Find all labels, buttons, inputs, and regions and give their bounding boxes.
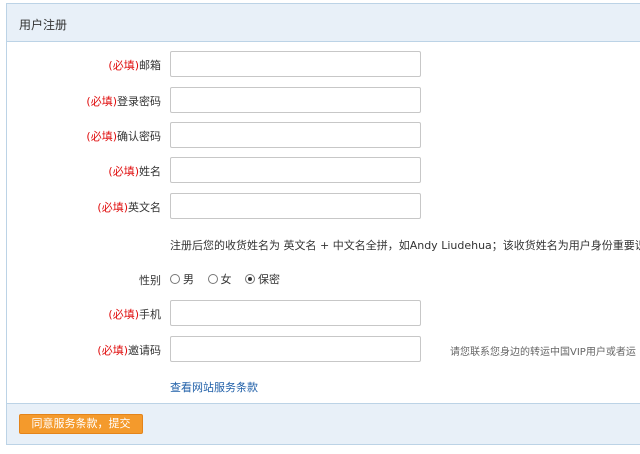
invite-code-row: (必填)邀请码 请您联系您身边的转运中国VIP用户或者运 [7,336,640,362]
gender-option-male[interactable]: 男 [170,271,194,287]
email-label: (必填)邮箱 [108,57,161,73]
name-row: (必填)姓名 [7,157,640,183]
phone-label-text: 手机 [139,308,161,321]
password-label-text: 登录密码 [117,95,161,108]
required-marker: (必填) [108,308,139,321]
password-field[interactable] [170,87,421,113]
invite-code-label-text: 邀请码 [128,344,161,357]
radio-button[interactable] [170,274,180,284]
gender-option-label: 男 [183,273,194,286]
panel-header: 用户注册 [7,4,640,42]
name-label: (必填)姓名 [108,163,161,179]
required-marker: (必填) [97,344,128,357]
email-field[interactable] [170,51,421,77]
phone-row: (必填)手机 [7,300,640,326]
english-name-row: (必填)英文名 [7,193,640,219]
gender-option-label: 保密 [258,273,280,286]
radio-button[interactable] [207,274,218,284]
name-label-text: 姓名 [139,165,161,178]
terms-link[interactable]: 查看网站服务条款 [170,379,258,395]
confirm-password-label-text: 确认密码 [117,130,161,143]
password-row: (必填)登录密码 [7,87,640,113]
english-name-label: (必填)英文名 [97,199,161,215]
required-marker: (必填) [108,59,139,72]
gender-option-secret[interactable]: 保密 [245,271,280,287]
english-name-label-text: 英文名 [128,201,161,214]
confirm-password-row: (必填)确认密码 [7,122,640,148]
registration-panel: 用户注册 (必填)邮箱 (必填)登录密码 (必填)确认密码 (必填)姓名 (必填… [6,3,640,445]
required-marker: (必填) [97,201,128,214]
confirm-password-label: (必填)确认密码 [86,128,161,144]
phone-label: (必填)手机 [108,306,161,322]
required-marker: (必填) [86,130,117,143]
gender-row: 性别 男 女 保密 [7,266,640,292]
required-marker: (必填) [108,165,139,178]
email-label-text: 邮箱 [139,59,161,72]
email-row: (必填)邮箱 [7,51,640,77]
name-hint: 注册后您的收货姓名为 英文名 + 中文名全拼，如Andy Liudehua；该收… [170,239,640,252]
invite-code-hint: 请您联系您身边的转运中国VIP用户或者运 [450,347,636,358]
invite-code-field[interactable] [170,336,421,362]
radio-button-selected[interactable] [245,274,255,284]
name-field[interactable] [170,157,421,183]
submit-button[interactable]: 同意服务条款，提交 [19,414,143,434]
confirm-password-field[interactable] [170,122,421,148]
panel-title: 用户注册 [19,18,68,32]
gender-label: 性别 [139,274,161,287]
phone-field[interactable] [170,300,421,326]
gender-option-female[interactable]: 女 [207,271,232,287]
password-label: (必填)登录密码 [86,93,161,109]
invite-code-label: (必填)邀请码 [97,342,161,358]
required-marker: (必填) [86,95,117,108]
form-footer: 同意服务条款，提交 [7,403,640,444]
gender-radio-group: 男 女 保密 [170,271,290,287]
gender-option-label: 女 [220,273,232,286]
english-name-field[interactable] [170,193,421,219]
